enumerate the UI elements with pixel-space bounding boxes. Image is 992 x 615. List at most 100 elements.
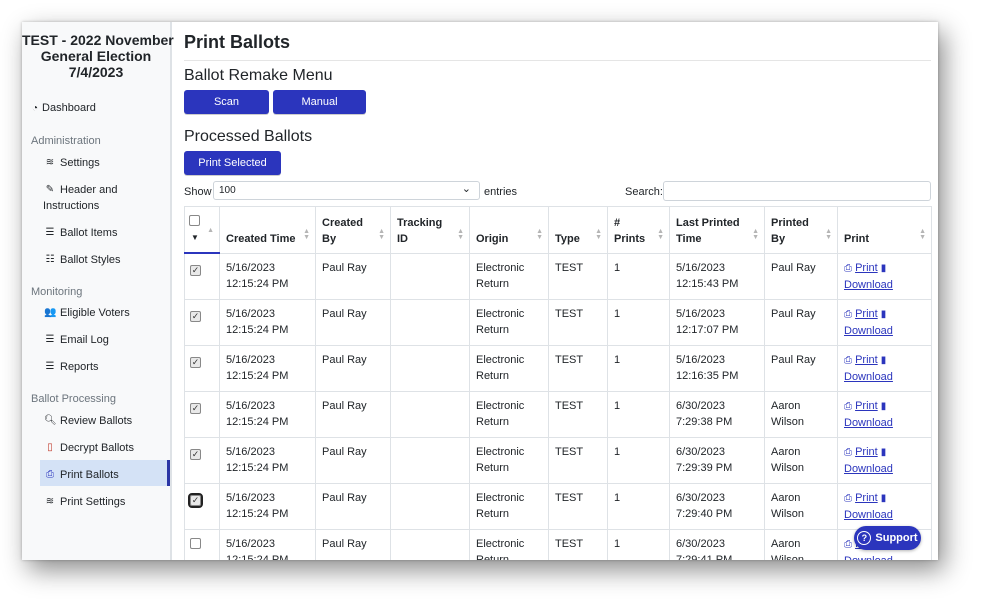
header-printed-by[interactable]: Printed By ▲ ▼: [764, 206, 838, 254]
row-checkbox[interactable]: ✓: [190, 265, 201, 276]
table-row: ✓ 5/16/2023 12:15:24 PM Paul Ray Electronic R…: [184, 436, 932, 484]
sidebar-item-header-instructions[interactable]: ✎ Header and Instructions: [43, 182, 118, 214]
sort-icon: ▲ ▼: [825, 227, 832, 241]
download-link[interactable]: Download: [844, 417, 893, 429]
printed-by-cell: Aaron Wilson: [764, 528, 838, 560]
section-monitoring: Monitoring: [31, 286, 83, 298]
row-select-cell[interactable]: ✓: [184, 344, 220, 392]
row-checkbox[interactable]: ✓: [190, 402, 201, 414]
row-checkbox[interactable]: [190, 537, 201, 549]
print-link[interactable]: Print: [855, 446, 878, 458]
election-title: TEST - 2022 November General Election 7/…: [22, 32, 174, 80]
row-select-cell[interactable]: ✓: [184, 390, 220, 438]
type-cell: TEST: [548, 528, 608, 560]
created-time-cell: 5/16/2023 12:15:24 PM: [219, 344, 316, 392]
last-printed-time-cell: 6/30/2023 7:29:38 PM: [669, 390, 765, 438]
row-select-cell[interactable]: ✓: [184, 252, 220, 300]
manual-remake-button[interactable]: Manual Remake: [273, 90, 366, 132]
select-all-checkbox[interactable]: [189, 215, 200, 226]
sidebar-item-settings[interactable]: ≋ Settings: [44, 155, 100, 171]
processed-ballots-heading: Processed Ballots: [184, 128, 313, 145]
chevron-down-icon: ⌄: [461, 183, 471, 195]
section-administration: Administration: [31, 135, 101, 147]
header-type[interactable]: Type ▲ ▼: [548, 206, 608, 254]
page-title: Print Ballots: [184, 32, 291, 52]
origin-cell: Electronic Return: [469, 252, 549, 300]
sidebar-item-review-ballots[interactable]: 🔍︎ Review Ballots: [44, 413, 132, 429]
created-by-cell: Paul Ray: [315, 390, 391, 438]
support-button[interactable]: ? Support: [854, 526, 921, 550]
printer-icon: ⎙: [844, 538, 852, 550]
printer-icon: ⎙: [46, 469, 54, 480]
printer-icon: ⎙: [844, 492, 852, 504]
header-print[interactable]: Print ▲ ▼: [837, 206, 932, 254]
sliders-icon: ≋: [45, 496, 55, 507]
gauge-icon: ◔: [32, 102, 39, 114]
printed-by-cell: Aaron Wilson: [764, 482, 838, 530]
sidebar-item-reports[interactable]: ☰ Reports: [44, 359, 99, 375]
sidebar-item-ballot-items[interactable]: ☰ Ballot Items: [44, 225, 118, 241]
row-checkbox[interactable]: ✓: [190, 448, 201, 460]
header-created-time[interactable]: Created Time ▲ ▼: [219, 206, 316, 254]
printed-by-cell: Paul Ray: [764, 252, 838, 300]
table-row: 5/16/2023 12:15:24 PM Paul Ray Electronic Re…: [184, 528, 932, 561]
select-all-header[interactable]: ▼ ▲: [184, 206, 220, 254]
file-icon: ▮: [880, 446, 887, 458]
download-link[interactable]: Download: [844, 509, 893, 521]
file-icon: ▮: [880, 354, 887, 366]
header-last-printed-time[interactable]: Last Printed Time ▲ ▼: [669, 206, 765, 254]
sidebar-item-ballot-styles[interactable]: ☷ Ballot Styles: [44, 252, 121, 268]
sidebar-item-email-log[interactable]: ☰ Email Log: [44, 332, 109, 348]
printed-by-cell: Paul Ray: [764, 344, 838, 392]
sidebar-item-eligible-voters[interactable]: 👥 Eligible Voters: [44, 305, 130, 321]
file-icon: ▮: [880, 308, 887, 320]
table-body: ✓ 5/16/2023 12:15:24 PM Paul Ray Electronic R…: [184, 252, 932, 561]
prints-cell: 1: [607, 528, 670, 560]
download-link[interactable]: Download: [844, 371, 893, 383]
entries-per-page-select[interactable]: 100 ⌄: [213, 181, 480, 200]
sidebar-item-dashboard[interactable]: ◔ Dashboard: [32, 102, 96, 114]
sort-icon: ▲ ▼: [378, 227, 385, 241]
row-checkbox[interactable]: ✓: [190, 310, 201, 322]
print-link[interactable]: Print: [855, 308, 878, 320]
last-printed-time-cell: 5/16/2023 12:17:07 PM: [669, 298, 765, 346]
header-origin[interactable]: Origin ▲ ▼: [469, 206, 549, 254]
download-link[interactable]: Download: [844, 279, 893, 291]
print-link[interactable]: Print: [855, 262, 878, 274]
type-cell: TEST: [548, 298, 608, 346]
print-link[interactable]: Print: [855, 492, 878, 504]
row-select-cell[interactable]: ✓: [184, 436, 220, 484]
print-link[interactable]: Print: [855, 354, 878, 366]
row-select-cell[interactable]: ✓: [184, 298, 220, 346]
row-select-cell[interactable]: [184, 528, 220, 560]
sidebar-item-print-settings[interactable]: ≋ Print Settings: [44, 494, 126, 510]
search-label: Search:: [625, 186, 663, 198]
question-icon: ?: [857, 531, 872, 545]
header-prints[interactable]: # Prints ▲ ▼: [607, 206, 670, 254]
created-time-cell: 5/16/2023 12:15:24 PM: [219, 390, 316, 438]
created-by-cell: Paul Ray: [315, 482, 391, 530]
row-select-cell[interactable]: ✓: [184, 482, 220, 530]
list-ol-icon: ☰: [45, 334, 55, 345]
printer-icon: ⎙: [844, 400, 852, 412]
download-link[interactable]: Download: [844, 463, 893, 475]
printer-icon: ⎙: [844, 308, 852, 320]
file-icon: ▮: [880, 492, 887, 504]
search-input[interactable]: [663, 181, 931, 201]
header-created-by[interactable]: Created By ▲ ▼: [315, 206, 391, 254]
scan-barcodes-button[interactable]: Scan Barcodes: [184, 90, 269, 132]
created-by-cell: Paul Ray: [315, 528, 391, 560]
header-tracking-id[interactable]: Tracking ID ▲ ▼: [390, 206, 470, 254]
created-by-cell: Paul Ray: [315, 298, 391, 346]
print-selected-button[interactable]: Print Selected (6): [184, 151, 281, 193]
row-checkbox[interactable]: ✓: [188, 492, 203, 508]
download-link[interactable]: Download: [844, 325, 893, 337]
created-time-cell: 5/16/2023 12:15:24 PM: [219, 298, 316, 346]
row-checkbox[interactable]: ✓: [190, 356, 201, 368]
sidebar-item-print-ballots[interactable]: ⎙ Print Ballots: [44, 467, 119, 483]
sidebar-item-decrypt-ballots[interactable]: ▯ Decrypt Ballots: [44, 440, 134, 456]
download-link[interactable]: Download: [844, 555, 893, 561]
tracking-id-cell: [390, 344, 470, 392]
table-row: ✓ 5/16/2023 12:15:24 PM Paul Ray Electronic R…: [184, 298, 932, 346]
print-link[interactable]: Print: [855, 400, 878, 412]
